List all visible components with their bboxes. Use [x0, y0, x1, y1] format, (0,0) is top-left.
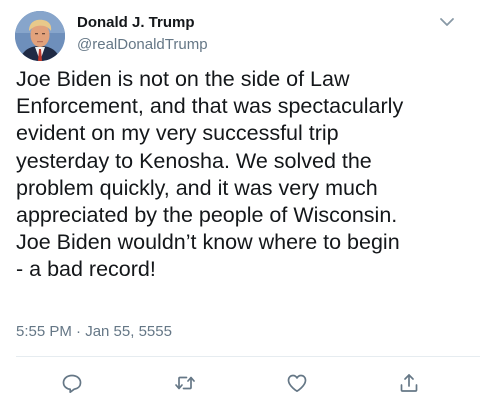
divider [16, 356, 480, 357]
retweet-icon[interactable] [173, 371, 197, 395]
author-name[interactable]: Donald J. Trump [77, 14, 195, 31]
heart-icon[interactable] [285, 371, 309, 395]
avatar[interactable] [15, 11, 65, 61]
profile-photo [15, 11, 65, 61]
author-handle[interactable]: @realDonaldTrump [77, 36, 208, 53]
tweet-card: Donald J. Trump @realDonaldTrump Joe Bid… [0, 0, 480, 410]
share-icon[interactable] [397, 371, 421, 395]
tweet-text: Joe Biden is not on the side of Law Enfo… [16, 67, 404, 282]
tweet-timestamp[interactable]: 5:55 PM · Jan 55, 5555 [16, 323, 172, 340]
chevron-down-icon[interactable] [437, 15, 457, 29]
reply-icon[interactable] [60, 371, 84, 395]
